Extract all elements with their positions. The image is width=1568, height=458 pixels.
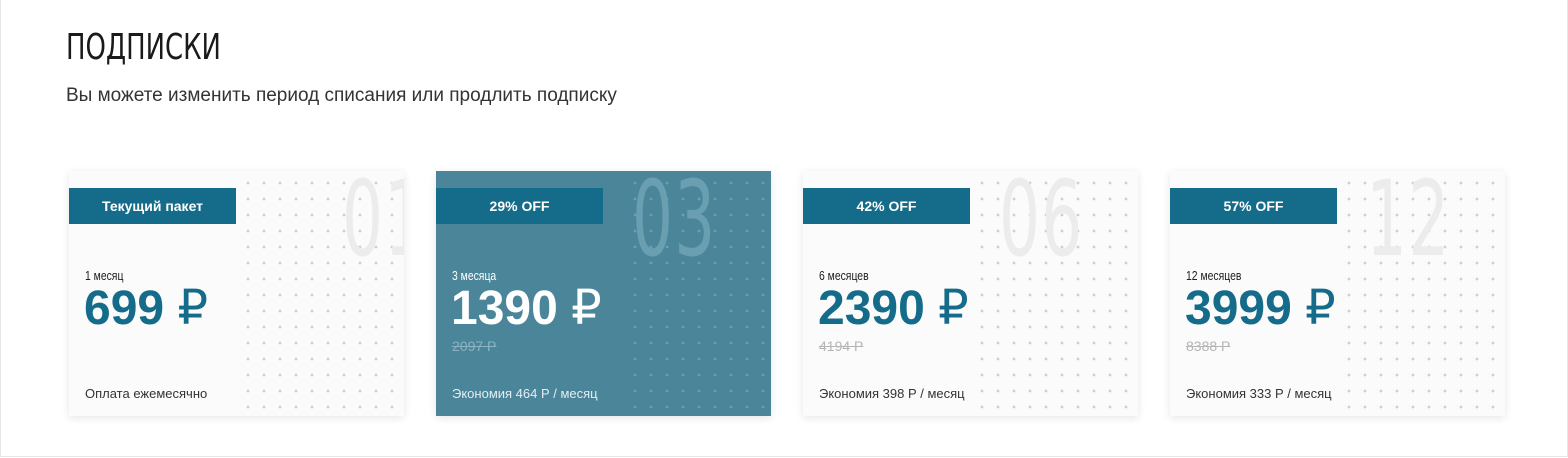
price-value: 2390 — [818, 282, 925, 335]
page-title: ПОДПИСКИ — [66, 27, 221, 68]
old-price: 2097 Р — [452, 338, 497, 354]
plan-number: 06 — [999, 171, 1084, 280]
plan-card-1-month[interactable]: 01 Текущий пакет 1 месяц 699 ₽ Оплата еж… — [69, 171, 404, 416]
plan-number: 03 — [632, 171, 717, 280]
current-plan-badge: Текущий пакет — [69, 188, 236, 224]
plan-card-6-months[interactable]: 06 42% OFF 6 месяцев 2390 ₽ 4194 Р Эконо… — [803, 171, 1138, 416]
plan-note: Экономия 398 Р / месяц — [819, 386, 965, 401]
plan-note: Оплата ежемесячно — [85, 386, 208, 401]
currency-icon: ₽ — [571, 282, 602, 335]
plan-price: 3999 ₽ — [1185, 279, 1336, 339]
plan-note: Экономия 464 Р / месяц — [452, 386, 598, 401]
currency-icon: ₽ — [1305, 282, 1336, 335]
plan-card-3-months[interactable]: 03 29% OFF 3 месяца 1390 ₽ 2097 Р Эконом… — [436, 171, 771, 416]
old-price: 8388 Р — [1186, 338, 1231, 354]
old-price: 4194 Р — [819, 338, 864, 354]
price-value: 3999 — [1185, 282, 1292, 335]
currency-icon: ₽ — [177, 282, 208, 335]
discount-badge: 29% OFF — [436, 188, 603, 224]
price-value: 1390 — [451, 282, 558, 335]
plan-note: Экономия 333 Р / месяц — [1186, 386, 1332, 401]
discount-badge: 42% OFF — [803, 188, 970, 224]
plan-number: 12 — [1366, 171, 1451, 280]
plan-price: 699 ₽ — [84, 279, 208, 339]
page-subtitle: Вы можете изменить период списания или п… — [66, 85, 617, 106]
plan-number: 01 — [342, 171, 404, 280]
currency-icon: ₽ — [938, 282, 969, 335]
plan-price: 2390 ₽ — [818, 279, 969, 339]
plan-price: 1390 ₽ — [451, 279, 602, 339]
price-value: 699 — [84, 282, 165, 335]
plan-card-12-months[interactable]: 12 57% OFF 12 месяцев 3999 ₽ 8388 Р Экон… — [1170, 171, 1505, 416]
discount-badge: 57% OFF — [1170, 188, 1337, 224]
